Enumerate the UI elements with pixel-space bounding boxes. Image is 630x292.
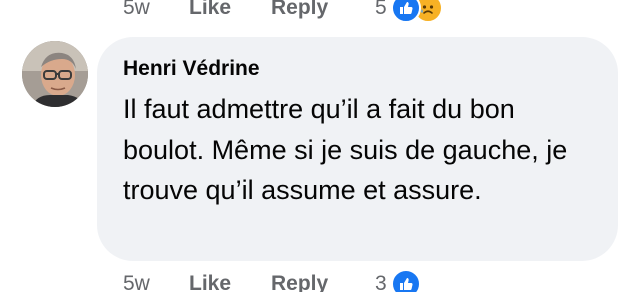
like-button[interactable]: Like — [189, 272, 271, 292]
comment-actions: 5w Like Reply 3 — [123, 269, 421, 292]
previous-comment-actions: 5w Like Reply 5 — [123, 0, 443, 23]
reaction-count[interactable]: 3 — [375, 272, 387, 292]
reply-button[interactable]: Reply — [271, 0, 375, 20]
reply-button[interactable]: Reply — [271, 272, 375, 292]
comment-timestamp[interactable]: 5w — [123, 272, 189, 292]
comment-bubble: Henri Védrine Il faut admettre qu’il a f… — [97, 37, 618, 261]
profile-photo-icon — [22, 41, 88, 107]
reaction-summary[interactable] — [390, 0, 443, 23]
like-button[interactable]: Like — [189, 0, 271, 20]
avatar[interactable] — [22, 41, 88, 107]
comment-thread: 5w Like Reply 5 Henri Védrine Il faut ad… — [0, 0, 630, 292]
comment-text: Il faut admettre qu’il a fait du bon bou… — [123, 94, 568, 205]
comment-timestamp[interactable]: 5w — [123, 0, 189, 20]
reaction-summary[interactable] — [390, 269, 421, 292]
like-icon — [390, 0, 421, 23]
comment-author[interactable]: Henri Védrine — [123, 57, 260, 81]
like-icon — [390, 269, 421, 292]
reaction-count[interactable]: 5 — [375, 0, 387, 20]
